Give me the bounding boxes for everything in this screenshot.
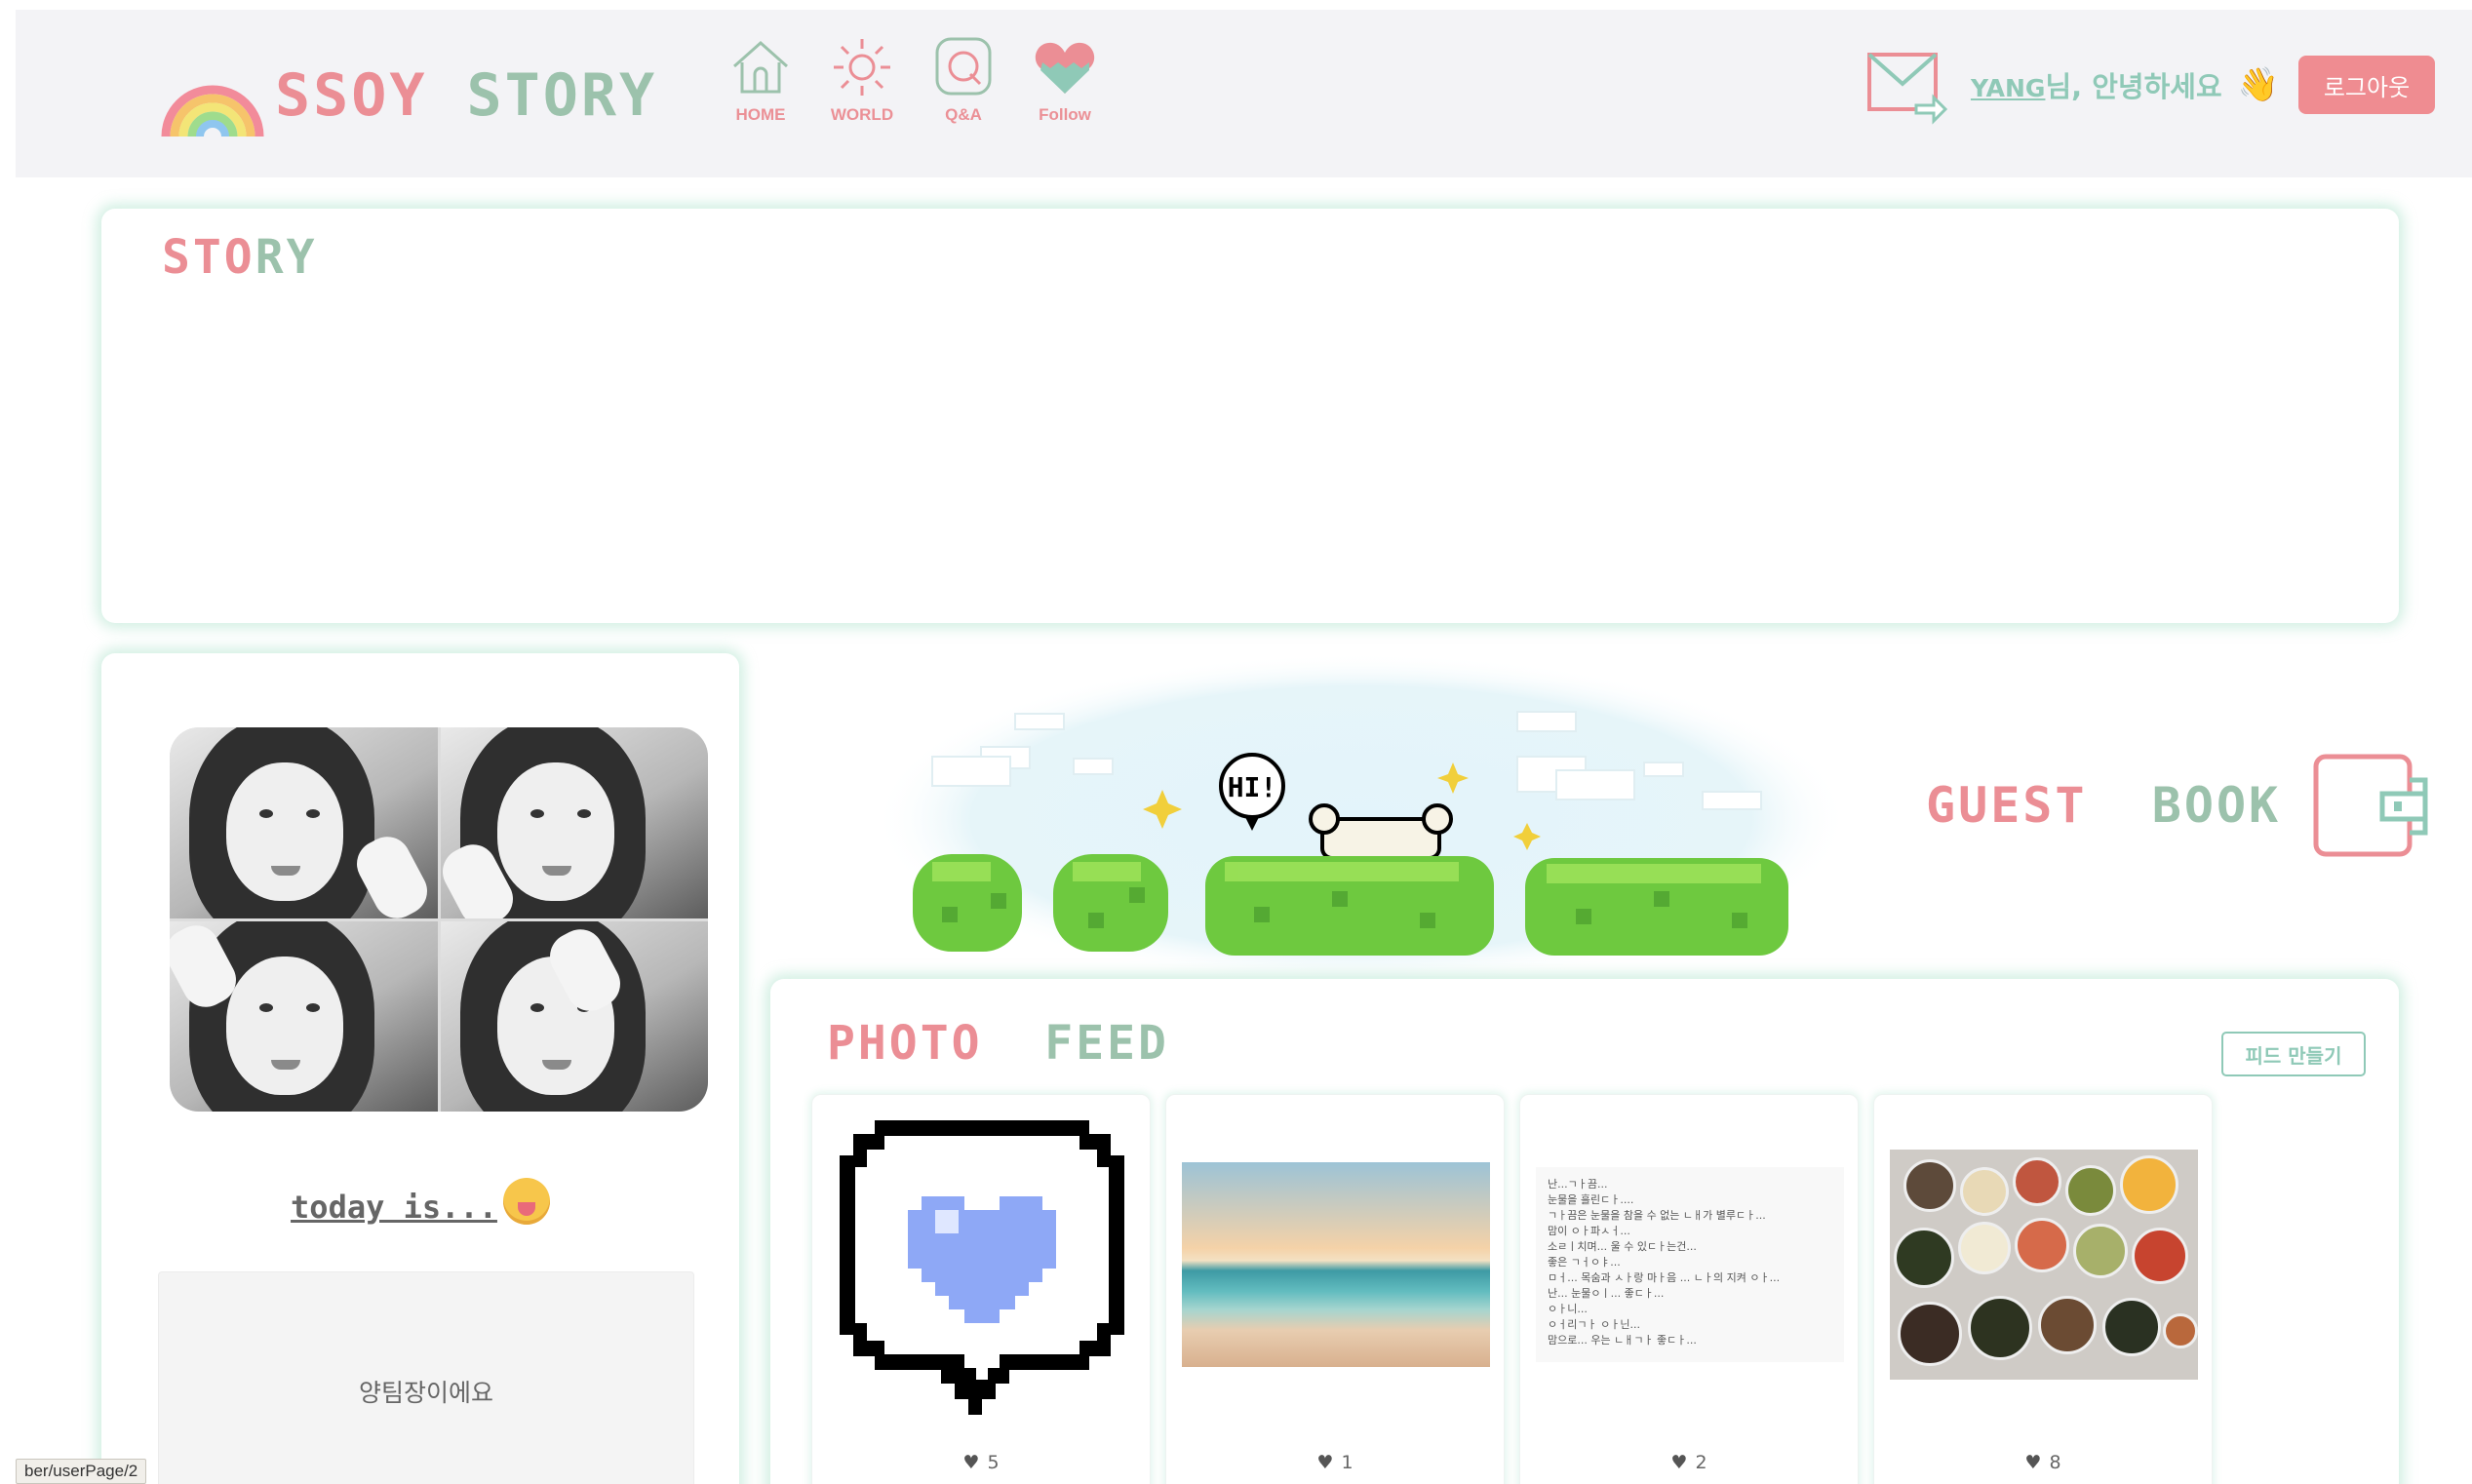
beach-sunset-image bbox=[1182, 1162, 1490, 1367]
feed-card[interactable]: 난...ㄱㅏ끔... 눈물을 흘린ㄷㅏ.... ㄱㅏ끔은 눈물을 참을 수 없는… bbox=[1519, 1094, 1859, 1484]
qna-icon bbox=[935, 37, 992, 96]
feed-card[interactable]: ♥ 8 bbox=[1873, 1094, 2213, 1484]
nav-home[interactable]: HOME bbox=[710, 35, 811, 125]
story-panel: STORY bbox=[101, 209, 2399, 623]
heart-icon bbox=[1035, 42, 1095, 94]
pixel-scene: HI! bbox=[874, 653, 1849, 985]
feed-card-image: 난...ㄱㅏ끔... 눈물을 흘린ㄷㅏ.... ㄱㅏ끔은 눈물을 참을 수 없는… bbox=[1536, 1111, 1844, 1419]
feed-card[interactable]: ♥ 5 bbox=[811, 1094, 1151, 1484]
profile-photo-cell bbox=[170, 920, 438, 1112]
top-header: SSOY STORY HOME WORLD Q&A Follow YANG님, … bbox=[16, 10, 2472, 177]
guest-book-link[interactable]: GUEST BOOK bbox=[1926, 751, 2431, 860]
create-feed-button[interactable]: 피드 만들기 bbox=[2221, 1032, 2366, 1076]
feed-card-image bbox=[1890, 1111, 2198, 1419]
profile-photo bbox=[170, 727, 708, 1112]
logout-button[interactable]: 로그아웃 bbox=[2298, 56, 2435, 114]
nav-qna-label: Q&A bbox=[945, 105, 982, 124]
like-heart-icon[interactable]: ♥ bbox=[962, 1452, 979, 1473]
browser-status-url: ber/userPage/2 bbox=[16, 1459, 147, 1484]
profile-photo-cell bbox=[440, 727, 708, 918]
story-title: STORY bbox=[162, 230, 318, 285]
guest-book-title: GUEST BOOK bbox=[1926, 777, 2282, 834]
wave-hand-icon: 👋 bbox=[2237, 65, 2279, 104]
photo-feed-title: PHOTO FEED bbox=[827, 1016, 1169, 1071]
handwritten-note-image: 난...ㄱㅏ끔... 눈물을 흘린ㄷㅏ.... ㄱㅏ끔은 눈물을 참을 수 없는… bbox=[1536, 1167, 1844, 1362]
nav-world[interactable]: WORLD bbox=[811, 35, 913, 125]
mail-icon[interactable] bbox=[1865, 45, 1949, 125]
rainbow-icon bbox=[161, 85, 264, 137]
nav-world-label: WORLD bbox=[830, 105, 894, 124]
status-message-box: 양팀장이에요 bbox=[158, 1271, 694, 1484]
like-count: ♥ 8 bbox=[2024, 1452, 2061, 1473]
greeting-text: YANG님, 안녕하세요 bbox=[1971, 64, 2222, 105]
sun-icon bbox=[834, 39, 890, 96]
profile-panel: today is... 양팀장이에요 bbox=[101, 653, 739, 1484]
greeting-suffix: 님, 안녕하세요 bbox=[2045, 70, 2222, 103]
nav-follow[interactable]: Follow bbox=[1014, 35, 1116, 125]
photo-feed-panel: PHOTO FEED 피드 만들기 ♥ 5 ♥ 1 난...ㄱㅏ끔... 눈물을 흘 bbox=[770, 979, 2399, 1484]
nav-follow-label: Follow bbox=[1039, 105, 1091, 124]
like-count: ♥ 1 bbox=[1316, 1452, 1354, 1473]
home-icon bbox=[733, 40, 788, 94]
svg-text:HI!: HI! bbox=[1228, 771, 1277, 803]
feed-card[interactable]: ♥ 1 bbox=[1165, 1094, 1505, 1484]
like-count: ♥ 2 bbox=[1670, 1452, 1707, 1473]
like-heart-icon[interactable]: ♥ bbox=[1316, 1452, 1333, 1473]
user-area: YANG님, 안녕하세요 👋 로그아웃 bbox=[1865, 45, 2435, 125]
username-link[interactable]: YANG bbox=[1971, 74, 2046, 102]
feed-card-image bbox=[828, 1111, 1136, 1419]
like-count: ♥ 5 bbox=[962, 1452, 1000, 1473]
profile-photo-cell bbox=[170, 727, 438, 918]
brand-name: SSOY STORY bbox=[275, 61, 657, 130]
wallet-icon bbox=[2313, 754, 2428, 857]
today-link[interactable]: today is... bbox=[291, 1189, 497, 1226]
today-label: today is... bbox=[101, 1178, 739, 1232]
brand-logo[interactable]: SSOY STORY bbox=[160, 53, 657, 138]
like-heart-icon[interactable]: ♥ bbox=[1670, 1452, 1687, 1473]
feed-card-image bbox=[1182, 1111, 1490, 1419]
nav-home-label: HOME bbox=[735, 105, 786, 124]
korean-food-image bbox=[1890, 1150, 2198, 1380]
mood-emoji-icon[interactable] bbox=[502, 1178, 550, 1225]
like-heart-icon[interactable]: ♥ bbox=[2024, 1452, 2041, 1473]
pixel-heart-bubble-icon bbox=[840, 1120, 1124, 1415]
main-nav: HOME WORLD Q&A Follow bbox=[710, 35, 1116, 125]
brand-word-2: STORY bbox=[466, 61, 658, 130]
brand-word-1: SSOY bbox=[275, 61, 428, 130]
profile-photo-cell bbox=[440, 920, 708, 1112]
feed-grid: ♥ 5 ♥ 1 난...ㄱㅏ끔... 눈물을 흘린ㄷㅏ.... ㄱㅏ끔은 눈물을 참… bbox=[811, 1094, 2227, 1484]
nav-qna[interactable]: Q&A bbox=[913, 35, 1014, 125]
